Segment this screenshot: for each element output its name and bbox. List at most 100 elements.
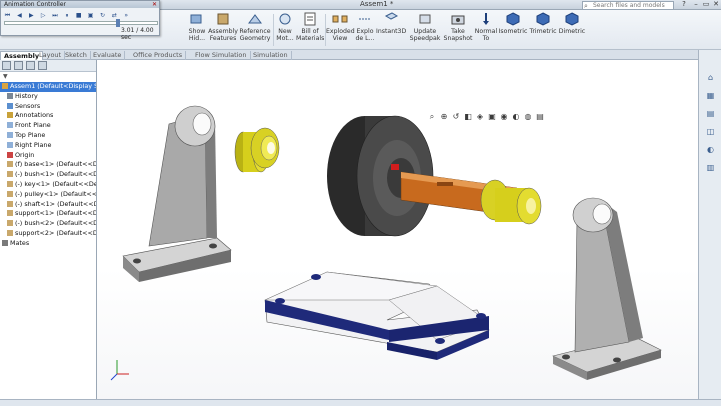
help-icon[interactable]: ? [678, 0, 690, 9]
tree-item[interactable]: (-) shaft<1> (Default<<Defa [0, 200, 96, 210]
speed-icon[interactable]: » [123, 12, 130, 19]
support-right[interactable] [552, 197, 662, 380]
tab-sketch[interactable]: Sketch [62, 51, 91, 60]
tree-item[interactable]: (-) bush<1> (Default<<Defa [0, 170, 96, 180]
tree-item[interactable]: Origin [0, 151, 96, 161]
cmd-dimetric[interactable]: Dimetric [558, 12, 586, 48]
cmd-update-speedpak[interactable]: Update Speedpak [408, 12, 442, 48]
tree-item[interactable]: History [0, 92, 96, 102]
step-back-icon[interactable]: ◀ [16, 12, 23, 19]
pause-icon[interactable]: ⏸ [63, 12, 70, 19]
graphics-area[interactable]: ⌕ ⊕ ↺ ◧ ◈ ▣ ◉ ◐ ◍ ▤ [97, 60, 698, 406]
cmd-isometric[interactable]: Isometric [498, 12, 528, 48]
bush-left[interactable] [234, 127, 280, 173]
cmd-label: Dimetric [558, 28, 586, 35]
new-motion-study-icon [279, 13, 291, 25]
close-icon[interactable]: ✕ [710, 0, 721, 9]
cmd-reference-geometry[interactable]: Reference Geometry [238, 12, 272, 48]
appearances-icon[interactable]: ◐ [705, 144, 716, 155]
tree-item[interactable]: Annotations [0, 111, 96, 121]
timeline-slider-thumb[interactable] [116, 19, 120, 27]
tab-layout[interactable]: Layout [36, 51, 66, 60]
tab-flow-simulation[interactable]: Flow Simulation [192, 51, 251, 60]
cmd-label: Trimetric [529, 28, 557, 35]
plane-icon [7, 122, 13, 129]
solidworks-resources-icon[interactable]: ⌂ [705, 72, 716, 83]
configuration-manager-tab-icon[interactable] [26, 61, 35, 70]
keyway [437, 182, 453, 186]
mates-icon [2, 239, 8, 246]
play-icon[interactable]: ▶ [28, 12, 35, 19]
exploded-view-icon [332, 15, 348, 23]
cmd-take-snapshot[interactable]: Take Snapshot [443, 12, 473, 48]
tree-item-label: Annotations [15, 111, 54, 120]
property-manager-tab-icon[interactable] [14, 61, 23, 70]
view-palette-icon[interactable]: ◫ [705, 126, 716, 137]
file-explorer-icon[interactable]: ▤ [705, 108, 716, 119]
tree-item-label: (-) bush<1> (Default<<Defa [15, 170, 96, 179]
origin-icon [7, 151, 13, 158]
tab-evaluate[interactable]: Evaluate [90, 51, 126, 60]
tree-item[interactable]: Sensors [0, 102, 96, 112]
search-input[interactable]: ⌕ Search files and models [582, 1, 674, 10]
tab-office-products[interactable]: Office Products [130, 51, 187, 60]
tree-item[interactable]: Mates [0, 239, 96, 249]
feature-manager-panel: ▼ Assem1 (Default<Display Sta History Sens… [0, 60, 97, 406]
tree-item[interactable]: (-) key<1> (Default<<Defa [0, 180, 96, 190]
display-manager-tab-icon[interactable] [38, 61, 47, 70]
step-forward-icon[interactable]: ▷ [40, 12, 47, 19]
coordinate-triad [110, 360, 129, 381]
tree-item-label: Right Plane [15, 140, 52, 149]
search-placeholder: Search files and models [593, 2, 665, 9]
assembly-model[interactable] [97, 60, 698, 406]
base-plate[interactable] [264, 271, 490, 360]
animation-controller[interactable]: Animation Controller ✕ ⏮ ◀ ▶ ▷ ⏭ ⏸ ■ ▣ ↻… [0, 0, 160, 41]
cmd-instant3d[interactable]: Instant3D [376, 12, 406, 48]
tree-item-label: Assem1 (Default<Display Sta [10, 82, 96, 90]
feature-manager-tab-icon[interactable] [2, 61, 11, 70]
tree-item[interactable]: Assem1 (Default<Display Sta [0, 82, 96, 92]
save-icon[interactable]: ▣ [87, 12, 94, 19]
cmd-explode-line[interactable]: Explo de L... [354, 12, 376, 48]
close-icon[interactable]: ✕ [152, 1, 157, 8]
tree-item[interactable]: (-) bush<2> (Default<<Defa [0, 219, 96, 229]
feature-tree: Assem1 (Default<Display Sta History Sensor… [0, 82, 96, 249]
cmd-new-motion-study[interactable]: New Mot... [274, 12, 296, 48]
tree-item[interactable]: support<1> (Default<<Defa [0, 209, 96, 219]
key[interactable] [391, 164, 399, 170]
part-icon [7, 171, 13, 178]
support-left[interactable] [122, 105, 232, 282]
tree-filter[interactable]: ▼ [0, 72, 96, 82]
design-library-icon[interactable]: ▦ [705, 90, 716, 101]
cmd-show-hide[interactable]: Show Hid... [186, 12, 208, 48]
cmd-label: Assembly Features [208, 28, 238, 42]
tree-item-label: Sensors [15, 101, 41, 110]
reciprocate-icon[interactable]: ⇄ [111, 12, 118, 19]
bush-right[interactable] [480, 179, 542, 225]
rewind-icon[interactable]: ⏮ [4, 12, 11, 19]
cmd-bill-of-materials[interactable]: Bill of Materials [296, 12, 324, 48]
tree-item[interactable]: (-) pulley<1> (Default<<De [0, 190, 96, 200]
cmd-label: Bill of Materials [296, 28, 325, 42]
cmd-assembly-features[interactable]: Assembly Features [208, 12, 238, 48]
tree-item[interactable]: (f) base<1> (Default<<Defa [0, 160, 96, 170]
fast-forward-icon[interactable]: ⏭ [52, 12, 59, 19]
stop-icon[interactable]: ■ [75, 12, 82, 19]
history-icon [7, 92, 13, 99]
cmd-trimetric[interactable]: Trimetric [528, 12, 558, 48]
cmd-exploded-view[interactable]: Exploded View [326, 12, 355, 48]
bolt-hole [435, 338, 445, 344]
cmd-normal-to[interactable]: Normal To [474, 12, 498, 48]
document-title: Assem1 * [360, 0, 394, 8]
status-bar [0, 399, 721, 406]
custom-properties-icon[interactable]: ▥ [705, 162, 716, 173]
animation-timeline-slider[interactable] [4, 21, 158, 25]
tree-item[interactable]: support<2> (Default<<Defa [0, 229, 96, 239]
loop-icon[interactable]: ↻ [99, 12, 106, 19]
tree-item[interactable]: Front Plane [0, 121, 96, 131]
tab-simulation[interactable]: Simulation [250, 51, 292, 60]
tree-item[interactable]: Top Plane [0, 131, 96, 141]
bill-of-materials-icon [304, 12, 316, 26]
cmd-label: Take Snapshot [443, 28, 473, 42]
tree-item[interactable]: Right Plane [0, 141, 96, 151]
